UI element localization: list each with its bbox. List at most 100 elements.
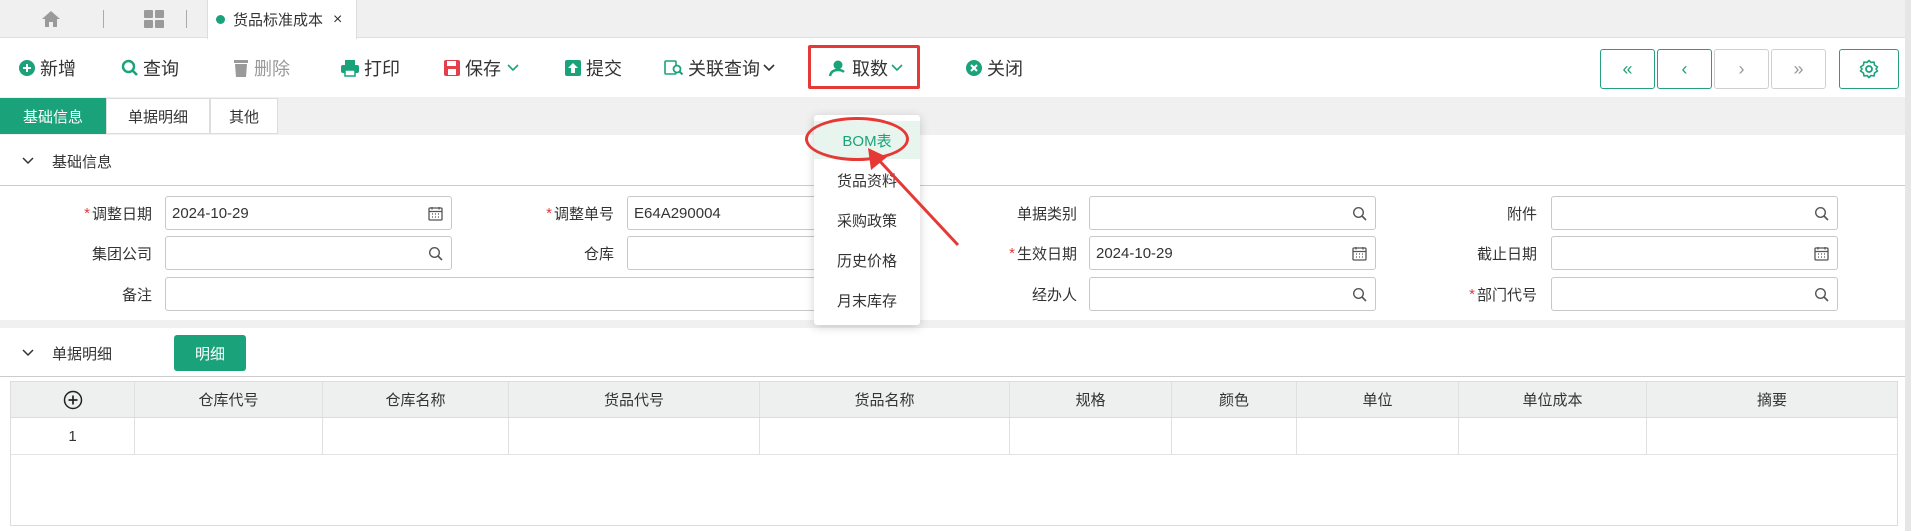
column-header[interactable]: 仓库代号: [135, 382, 323, 417]
query-label: 查询: [143, 59, 179, 79]
tab-label: 货品标准成本: [233, 12, 324, 29]
group-company-label: 集团公司: [91, 245, 152, 263]
dept-code-label: * 部门代号: [1469, 285, 1537, 304]
adjust-no-field[interactable]: E64A290004: [627, 196, 827, 230]
table-cell[interactable]: [760, 418, 1010, 454]
nav-next-button[interactable]: ›: [1714, 49, 1769, 89]
doc-type-field[interactable]: [1089, 196, 1376, 230]
user-fetch-icon: [828, 60, 845, 77]
close-label: 关闭: [987, 59, 1023, 79]
table-cell[interactable]: [323, 418, 509, 454]
nav-prev-button[interactable]: ‹: [1657, 49, 1712, 89]
menu-item-month-end-stock[interactable]: 月末库存: [814, 281, 920, 319]
column-header[interactable]: 货品代号: [509, 382, 760, 417]
delete-button[interactable]: 删除: [232, 53, 290, 83]
column-header[interactable]: 货品名称: [760, 382, 1010, 417]
attachment-field[interactable]: [1551, 196, 1838, 230]
plus-circle-icon: [19, 60, 35, 76]
adjust-date-label: * 调整日期: [84, 204, 152, 223]
effective-date-label: * 生效日期: [1009, 244, 1077, 263]
table-cell[interactable]: [1459, 418, 1647, 454]
section-divider: [0, 185, 1911, 186]
column-header[interactable]: 单位: [1297, 382, 1459, 417]
menu-item-purchase-policy[interactable]: 采购政策: [814, 201, 920, 239]
search-icon[interactable]: [1814, 206, 1829, 221]
warehouse-label: 仓库: [583, 245, 614, 263]
search-icon[interactable]: [1814, 287, 1829, 302]
tab-active-dot: [216, 15, 225, 24]
add-row-icon[interactable]: [63, 390, 83, 410]
save-disk-icon: [444, 60, 460, 76]
home-icon[interactable]: [40, 9, 62, 29]
query-button[interactable]: 查询: [121, 53, 179, 83]
window-tab-bar: 货品标准成本 ×: [0, 0, 1911, 39]
new-button[interactable]: 新增: [18, 53, 76, 83]
close-button[interactable]: 关闭: [965, 53, 1023, 83]
table-cell[interactable]: [1172, 418, 1297, 454]
tab-other[interactable]: 其他: [210, 98, 278, 134]
settings-button[interactable]: [1839, 49, 1899, 89]
table-cell[interactable]: [135, 418, 323, 454]
linked-search-icon: [664, 60, 684, 76]
print-label: 打印: [364, 59, 400, 79]
menu-item-history-price[interactable]: 历史价格: [814, 241, 920, 279]
new-label: 新增: [40, 59, 76, 79]
column-header[interactable]: 颜色: [1172, 382, 1297, 417]
end-date-label: 截止日期: [1476, 245, 1537, 263]
search-icon[interactable]: [1352, 287, 1367, 302]
tab-standard-cost[interactable]: 货品标准成本 ×: [207, 0, 357, 39]
nav-first-button[interactable]: «: [1600, 49, 1655, 89]
calendar-icon[interactable]: [428, 206, 443, 221]
trash-icon: [234, 60, 248, 77]
dept-code-field[interactable]: [1551, 277, 1838, 311]
save-button[interactable]: 保存: [443, 53, 523, 83]
printer-icon: [341, 60, 359, 77]
section-basic-title: 基础信息: [52, 153, 113, 171]
table-cell[interactable]: [1297, 418, 1459, 454]
warehouse-field[interactable]: [627, 236, 827, 270]
column-header[interactable]: 规格: [1010, 382, 1172, 417]
submit-button[interactable]: 提交: [564, 53, 622, 83]
nav-last-button[interactable]: »: [1771, 49, 1826, 89]
handler-field[interactable]: [1089, 277, 1376, 311]
tab-basic-info[interactable]: 基础信息: [0, 98, 106, 134]
table-cell[interactable]: [1647, 418, 1897, 454]
remark-label: 备注: [121, 286, 152, 304]
chevron-down-icon: [22, 349, 34, 357]
bom-highlight-ellipse: [805, 117, 909, 161]
app-grid-icon[interactable]: [143, 9, 165, 29]
remark-field[interactable]: [165, 277, 827, 311]
section-divider: [0, 376, 1911, 377]
row-number: 1: [11, 418, 135, 454]
submit-label: 提交: [586, 59, 622, 79]
calendar-icon[interactable]: [1352, 246, 1367, 261]
search-icon[interactable]: [428, 246, 443, 261]
section-detail-header[interactable]: 单据明细: [0, 329, 1911, 377]
effective-date-field[interactable]: 2024-10-29: [1089, 236, 1376, 270]
column-header[interactable]: 摘要: [1647, 382, 1897, 417]
calendar-icon[interactable]: [1814, 246, 1829, 261]
vertical-scrollbar[interactable]: [1905, 0, 1911, 531]
end-date-field[interactable]: [1551, 236, 1838, 270]
section-detail-title: 单据明细: [52, 345, 113, 363]
column-header[interactable]: 单位成本: [1459, 382, 1647, 417]
search-icon[interactable]: [1352, 206, 1367, 221]
linked-query-button[interactable]: 关联查询: [664, 53, 779, 83]
tab-document-detail[interactable]: 单据明细: [106, 98, 210, 134]
table-header: 仓库代号 仓库名称 货品代号 货品名称 规格 颜色 单位 单位成本 摘要: [11, 382, 1897, 418]
handler-label: 经办人: [1031, 286, 1077, 304]
adjust-date-field[interactable]: 2024-10-29: [165, 196, 452, 230]
column-header[interactable]: 仓库名称: [323, 382, 509, 417]
menu-item-goods-info[interactable]: 货品资料: [814, 161, 920, 199]
chevron-down-icon: [22, 157, 34, 165]
detail-button[interactable]: 明细: [174, 335, 246, 371]
fetch-button[interactable]: 取数: [828, 53, 907, 83]
linked-query-label: 关联查询: [688, 59, 760, 79]
section-basic-header[interactable]: 基础信息: [0, 137, 1911, 185]
close-icon[interactable]: ×: [333, 11, 342, 29]
group-company-field[interactable]: [165, 236, 452, 270]
table-cell[interactable]: [509, 418, 760, 454]
table-row[interactable]: 1: [11, 418, 1897, 455]
print-button[interactable]: 打印: [340, 53, 400, 83]
table-cell[interactable]: [1010, 418, 1172, 454]
